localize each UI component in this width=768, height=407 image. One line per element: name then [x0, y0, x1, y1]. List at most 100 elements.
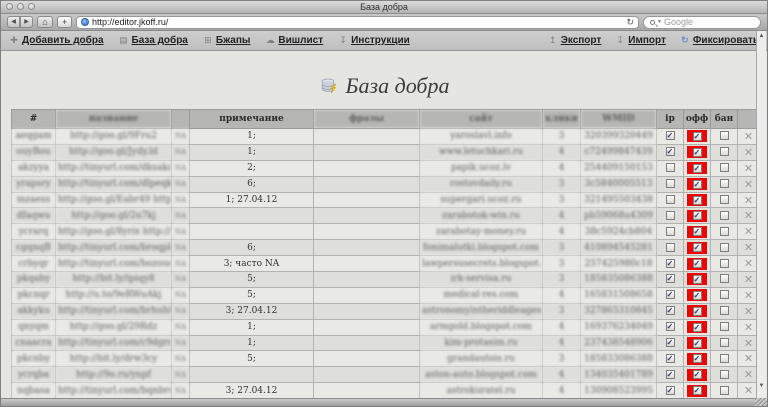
nav-fix[interactable]: ↻ Фиксировать: [680, 35, 759, 46]
ban-checkbox[interactable]: [720, 274, 729, 283]
delete-button[interactable]: ✕: [744, 225, 753, 238]
address-bar[interactable]: http://editor.jkoff.ru/ ↻: [76, 16, 639, 29]
ip-checkbox[interactable]: [666, 306, 675, 315]
cell-phrase: [314, 335, 420, 351]
delete-button[interactable]: ✕: [744, 130, 753, 143]
ban-checkbox[interactable]: [720, 386, 729, 395]
off-checkbox[interactable]: [693, 196, 702, 205]
off-checkbox[interactable]: [693, 132, 702, 141]
off-checkbox[interactable]: [693, 323, 702, 332]
cell-ip: [657, 351, 684, 367]
ban-checkbox[interactable]: [720, 338, 729, 347]
ip-checkbox[interactable]: [666, 163, 675, 172]
ip-checkbox[interactable]: [666, 147, 675, 156]
ban-checkbox[interactable]: [720, 131, 729, 140]
nav-add-dobra[interactable]: ✚ Добавить добра: [9, 35, 104, 46]
ip-checkbox[interactable]: [666, 338, 675, 347]
cell-clicks: 3: [543, 240, 581, 256]
ban-checkbox[interactable]: [720, 227, 729, 236]
nav-wishlist[interactable]: ☁ Вишлист: [265, 35, 323, 46]
forward-button[interactable]: ▶: [20, 16, 33, 28]
table-row: crbyqrhttp://tinyurl.com/bozoudy.ht...NA…: [12, 256, 760, 272]
delete-button[interactable]: ✕: [744, 384, 753, 397]
scroll-up-icon[interactable]: ▲: [757, 32, 766, 41]
delete-button[interactable]: ✕: [744, 241, 753, 254]
delete-button[interactable]: ✕: [744, 337, 753, 350]
ip-checkbox[interactable]: [666, 370, 675, 379]
delete-button[interactable]: ✕: [744, 162, 753, 175]
cell-clicks: 4: [543, 287, 581, 303]
off-checkbox[interactable]: [693, 386, 702, 395]
ip-checkbox[interactable]: [666, 227, 675, 236]
off-checkbox[interactable]: [693, 227, 702, 236]
home-button[interactable]: ⌂: [37, 16, 53, 28]
delete-button[interactable]: ✕: [744, 194, 753, 207]
nav-bzhapy[interactable]: ⊞ Бжапы: [203, 35, 251, 46]
search-input[interactable]: ▼ Google: [643, 16, 761, 29]
off-checkbox[interactable]: [693, 291, 702, 300]
table-row: ouyBouhttp://goo.gl/Jydy.ldNA1;www.letuc…: [12, 144, 760, 160]
ip-checkbox[interactable]: [666, 322, 675, 331]
delete-button[interactable]: ✕: [744, 321, 753, 334]
delete-button[interactable]: ✕: [744, 273, 753, 286]
off-checkbox[interactable]: [693, 370, 702, 379]
off-checkbox[interactable]: [693, 275, 702, 284]
ip-checkbox[interactable]: [666, 211, 675, 220]
ban-checkbox[interactable]: [720, 163, 729, 172]
cell-off: [684, 240, 711, 256]
ban-checkbox[interactable]: [720, 259, 729, 268]
delete-button[interactable]: ✕: [744, 305, 753, 318]
ip-checkbox[interactable]: [666, 195, 675, 204]
ban-checkbox[interactable]: [720, 370, 729, 379]
cell-site: grandautois.ru: [420, 351, 543, 367]
search-icon: [650, 20, 655, 25]
ip-checkbox[interactable]: [666, 131, 675, 140]
ip-checkbox[interactable]: [666, 274, 675, 283]
cell-wmid: 321495503438: [581, 192, 657, 208]
add-tab-button[interactable]: +: [57, 16, 72, 28]
ban-checkbox[interactable]: [720, 322, 729, 331]
off-checkbox[interactable]: [693, 339, 702, 348]
ban-checkbox[interactable]: [720, 211, 729, 220]
ip-checkbox[interactable]: [666, 179, 675, 188]
off-checkbox[interactable]: [693, 354, 702, 363]
delete-button[interactable]: ✕: [744, 178, 753, 191]
scroll-down-icon[interactable]: ▼: [757, 382, 766, 391]
vertical-scrollbar[interactable]: ▲ ▼: [756, 31, 766, 400]
nav-export[interactable]: ↥ Экспорт: [548, 35, 602, 46]
resize-grip[interactable]: [755, 398, 767, 406]
cell-na: NA: [172, 224, 190, 240]
reload-icon[interactable]: ↻: [626, 17, 634, 28]
delete-button[interactable]: ✕: [744, 257, 753, 270]
nav-instructions[interactable]: ↧ Инструкции: [338, 35, 410, 46]
off-checkbox[interactable]: [693, 180, 702, 189]
back-button[interactable]: ◀: [7, 16, 20, 28]
delete-button[interactable]: ✕: [744, 209, 753, 222]
off-checkbox[interactable]: [693, 243, 702, 252]
off-checkbox[interactable]: [693, 164, 702, 173]
ban-checkbox[interactable]: [720, 195, 729, 204]
off-checkbox[interactable]: [693, 307, 702, 316]
cell-clicks: 4: [543, 208, 581, 224]
nav-import[interactable]: ↧ Импорт: [615, 35, 666, 46]
ban-checkbox[interactable]: [720, 290, 729, 299]
ip-checkbox[interactable]: [666, 259, 675, 268]
off-checkbox[interactable]: [693, 211, 702, 220]
ip-checkbox[interactable]: [666, 354, 675, 363]
delete-button[interactable]: ✕: [744, 352, 753, 365]
ban-checkbox[interactable]: [720, 243, 729, 252]
ban-checkbox[interactable]: [720, 179, 729, 188]
off-checkbox[interactable]: [693, 148, 702, 157]
delete-button[interactable]: ✕: [744, 146, 753, 159]
nav-baza-dobra[interactable]: ▤ База добра: [119, 35, 188, 46]
cell-ban: [711, 160, 738, 176]
delete-button[interactable]: ✕: [744, 368, 753, 381]
ip-checkbox[interactable]: [666, 386, 675, 395]
delete-button[interactable]: ✕: [744, 289, 753, 302]
off-checkbox[interactable]: [693, 259, 702, 268]
ip-checkbox[interactable]: [666, 243, 675, 252]
ban-checkbox[interactable]: [720, 147, 729, 156]
ban-checkbox[interactable]: [720, 306, 729, 315]
ip-checkbox[interactable]: [666, 290, 675, 299]
ban-checkbox[interactable]: [720, 354, 729, 363]
